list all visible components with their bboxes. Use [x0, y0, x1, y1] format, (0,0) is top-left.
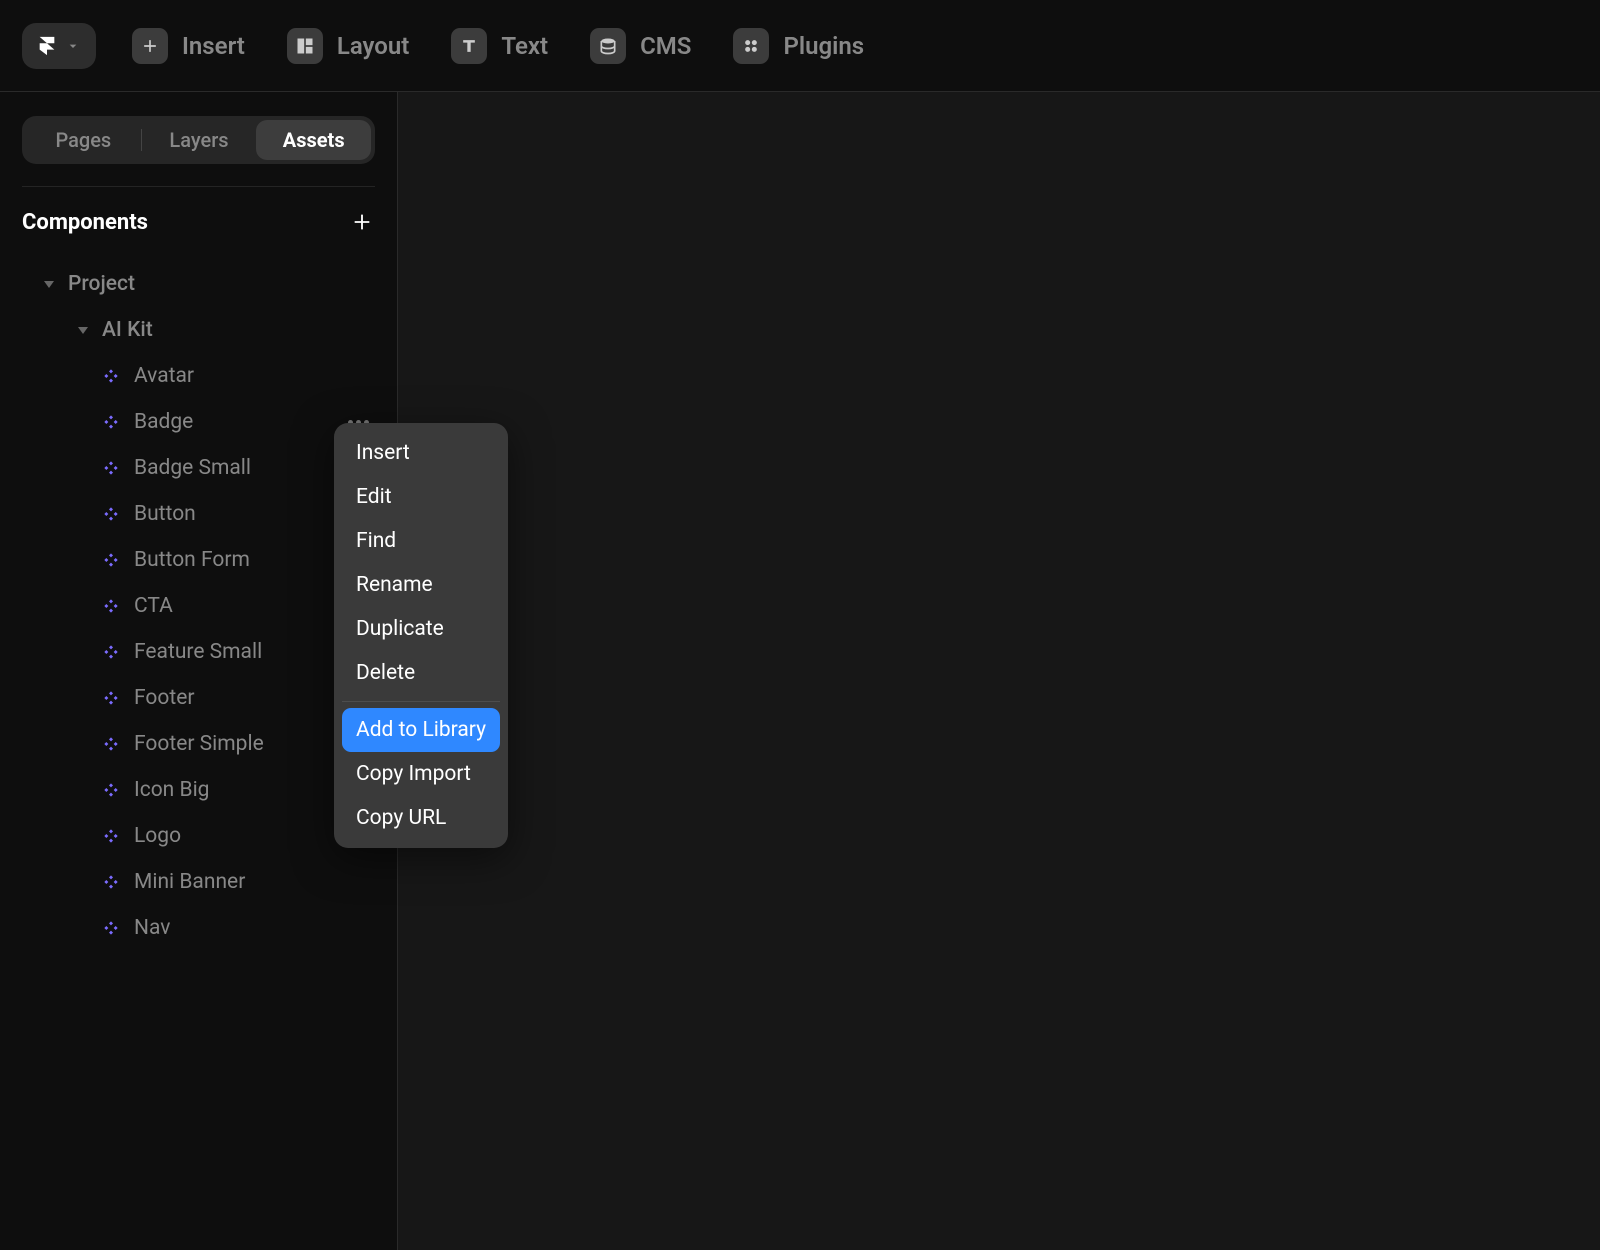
canvas-area[interactable] [398, 92, 1600, 1250]
context-menu-item[interactable]: Find [342, 519, 500, 563]
tab-layers[interactable]: Layers [142, 120, 257, 160]
component-row-label: Footer [134, 686, 194, 710]
component-row-label: Footer Simple [134, 732, 264, 756]
context-menu-item[interactable]: Rename [342, 563, 500, 607]
context-menu-item[interactable]: Insert [342, 431, 500, 475]
components-section-header: Components [0, 209, 397, 253]
toolbar-cms-button[interactable]: CMS [584, 20, 697, 72]
component-row-label: Mini Banner [134, 870, 245, 894]
chevron-down-icon [44, 281, 54, 288]
toolbar-layout-label: Layout [337, 32, 409, 60]
components-title: Components [22, 210, 148, 235]
component-row-label: Logo [134, 824, 181, 848]
component-row[interactable]: Icon Big [10, 767, 387, 813]
component-icon [102, 873, 120, 891]
toolbar-text-label: Text [501, 32, 548, 60]
component-icon [102, 827, 120, 845]
context-menu-item[interactable]: Add to Library [342, 708, 500, 752]
component-icon [102, 413, 120, 431]
plus-icon [132, 28, 168, 64]
tab-assets[interactable]: Assets [256, 120, 371, 160]
sidebar-tab-switch: Pages Layers Assets [22, 116, 375, 164]
component-icon [102, 551, 120, 569]
component-row[interactable]: Avatar [10, 353, 387, 399]
component-row-label: Avatar [134, 364, 194, 388]
context-menu-item[interactable]: Delete [342, 651, 500, 695]
component-row-label: Feature Small [134, 640, 262, 664]
top-toolbar: Insert Layout Text CMS Plugins [0, 0, 1600, 92]
tab-layers-label: Layers [169, 128, 228, 152]
layout-icon [287, 28, 323, 64]
component-icon [102, 919, 120, 937]
context-menu: InsertEditFindRenameDuplicateDelete Add t… [334, 423, 508, 848]
toolbar-plugins-button[interactable]: Plugins [727, 20, 870, 72]
component-icon [102, 367, 120, 385]
tree-group-aikit[interactable]: AI Kit [10, 307, 387, 353]
context-menu-item[interactable]: Duplicate [342, 607, 500, 651]
framer-logo-icon [36, 35, 58, 57]
component-row[interactable]: Footer [10, 675, 387, 721]
component-icon [102, 735, 120, 753]
component-icon [102, 781, 120, 799]
component-row[interactable]: Badge Small [10, 445, 387, 491]
toolbar-layout-button[interactable]: Layout [281, 20, 415, 72]
context-menu-item[interactable]: Edit [342, 475, 500, 519]
component-row[interactable]: Mini Banner [10, 859, 387, 905]
component-row-label: Badge [134, 410, 193, 434]
app-menu-button[interactable] [22, 23, 96, 69]
context-menu-separator [342, 701, 500, 702]
text-icon [451, 28, 487, 64]
cms-icon [590, 28, 626, 64]
tab-assets-label: Assets [283, 128, 345, 152]
add-component-button[interactable] [349, 209, 375, 235]
component-row[interactable]: Feature Small [10, 629, 387, 675]
component-row-label: CTA [134, 594, 173, 618]
component-row[interactable]: Footer Simple [10, 721, 387, 767]
component-icon [102, 689, 120, 707]
component-icon [102, 459, 120, 477]
context-menu-item[interactable]: Copy URL [342, 796, 500, 840]
tab-pages[interactable]: Pages [26, 120, 141, 160]
toolbar-text-button[interactable]: Text [445, 20, 554, 72]
toolbar-insert-button[interactable]: Insert [126, 20, 251, 72]
sidebar-divider [22, 186, 375, 187]
component-row[interactable]: Button [10, 491, 387, 537]
chevron-down-icon [78, 327, 88, 334]
component-row-label: Button [134, 502, 196, 526]
plus-icon [351, 211, 373, 233]
tree-group-project[interactable]: Project [10, 261, 387, 307]
toolbar-insert-label: Insert [182, 32, 245, 60]
component-row[interactable]: Nav [10, 905, 387, 951]
context-menu-item[interactable]: Copy Import [342, 752, 500, 796]
component-icon [102, 505, 120, 523]
toolbar-cms-label: CMS [640, 32, 691, 60]
tab-pages-label: Pages [55, 128, 111, 152]
component-row-label: Nav [134, 916, 170, 940]
component-row-label: Badge Small [134, 456, 251, 480]
component-row-label: Icon Big [134, 778, 209, 802]
component-row[interactable]: CTA [10, 583, 387, 629]
toolbar-plugins-label: Plugins [783, 32, 864, 60]
component-row-label: Button Form [134, 548, 250, 572]
component-row[interactable]: Badge [10, 399, 387, 445]
component-icon [102, 597, 120, 615]
chevron-down-icon [64, 37, 82, 55]
tree-group-aikit-label: AI Kit [102, 318, 153, 342]
component-row[interactable]: Logo [10, 813, 387, 859]
tree-group-project-label: Project [68, 272, 135, 296]
component-row[interactable]: Button Form [10, 537, 387, 583]
component-icon [102, 643, 120, 661]
plugins-icon [733, 28, 769, 64]
